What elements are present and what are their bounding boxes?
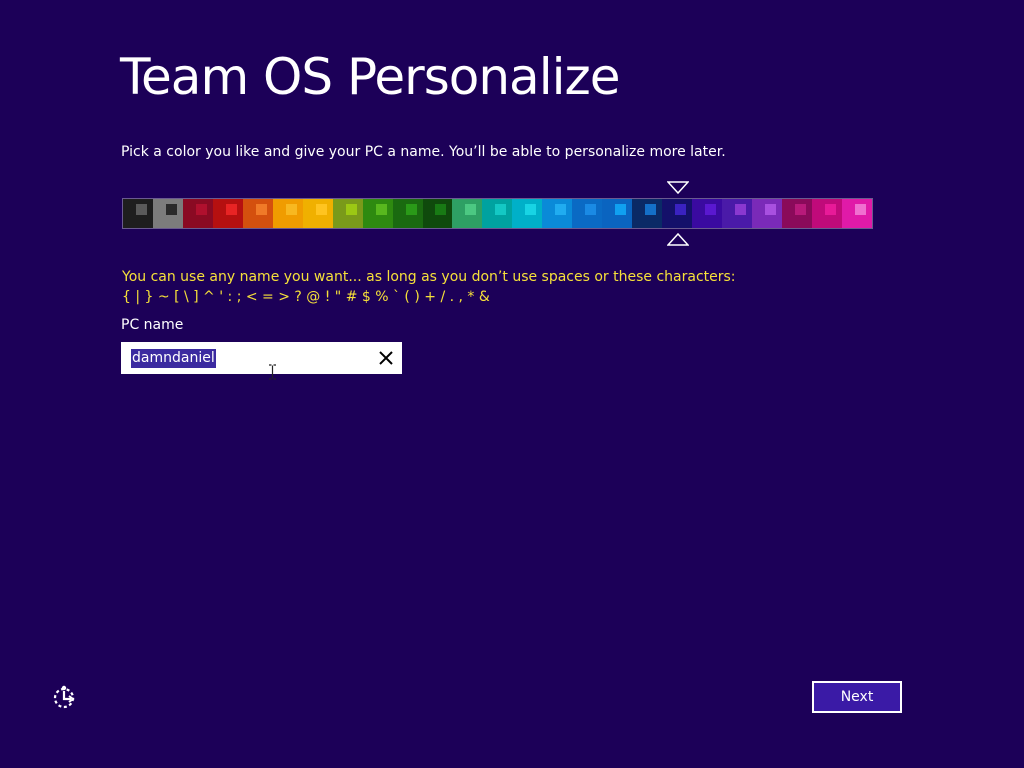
- color-swatch[interactable]: [272, 199, 303, 228]
- color-swatch[interactable]: [482, 199, 513, 228]
- color-swatch[interactable]: [662, 199, 693, 228]
- forbidden-characters: { | } ~ [ \ ] ^ ' : ; < = > ? @ ! " # $ …: [122, 289, 490, 305]
- color-swatch[interactable]: [332, 199, 363, 228]
- pc-name-field[interactable]: damndaniel: [121, 342, 402, 374]
- selection-marker-top-icon: [667, 181, 689, 195]
- color-swatch-accent: [675, 204, 687, 215]
- color-swatch[interactable]: [602, 199, 633, 228]
- color-swatch[interactable]: [572, 199, 603, 228]
- color-swatch[interactable]: [722, 199, 753, 228]
- page-title: Team OS Personalize: [120, 48, 620, 106]
- text-cursor-icon: [269, 364, 276, 380]
- color-swatch[interactable]: [692, 199, 723, 228]
- color-swatch-accent: [195, 204, 207, 215]
- color-swatch[interactable]: [512, 199, 543, 228]
- color-swatch-accent: [405, 204, 417, 215]
- color-swatch[interactable]: [362, 199, 393, 228]
- color-swatch-accent: [315, 204, 327, 215]
- color-swatch-accent: [555, 204, 567, 215]
- color-picker: [122, 198, 873, 229]
- color-swatch-accent: [375, 204, 387, 215]
- color-swatch[interactable]: [152, 199, 183, 228]
- color-swatch-accent: [525, 204, 537, 215]
- selection-marker-bottom-icon: [667, 232, 689, 246]
- name-rules: You can use any name you want... as long…: [122, 267, 736, 307]
- color-swatch-accent: [794, 204, 806, 215]
- color-swatch-accent: [735, 204, 747, 215]
- color-swatch-accent: [465, 204, 477, 215]
- color-swatch-accent: [824, 204, 836, 215]
- color-swatch[interactable]: [752, 199, 782, 228]
- page-subtitle: Pick a color you like and give your PC a…: [121, 144, 726, 160]
- color-swatch[interactable]: [542, 199, 573, 228]
- color-swatch-accent: [345, 204, 357, 215]
- color-swatch[interactable]: [781, 199, 812, 228]
- color-swatch-accent: [495, 204, 507, 215]
- color-swatch[interactable]: [242, 199, 273, 228]
- color-swatch-accent: [285, 204, 297, 215]
- name-rules-text: You can use any name you want... as long…: [122, 269, 736, 285]
- color-swatch-accent: [615, 204, 627, 215]
- color-swatch-accent: [135, 204, 147, 215]
- color-swatch[interactable]: [452, 199, 483, 228]
- color-swatch[interactable]: [182, 199, 213, 228]
- color-swatch-accent: [225, 204, 237, 215]
- color-swatch-accent: [435, 204, 447, 215]
- color-swatch-accent: [165, 204, 177, 215]
- color-swatch[interactable]: [123, 199, 153, 228]
- color-swatch-accent: [255, 204, 267, 215]
- pc-name-label: PC name: [121, 317, 184, 333]
- color-swatch-accent: [705, 204, 717, 215]
- color-swatch[interactable]: [841, 199, 872, 228]
- color-swatch-accent: [854, 204, 866, 215]
- ease-of-access-icon[interactable]: [52, 684, 80, 710]
- color-swatch-accent: [764, 204, 776, 215]
- color-swatch[interactable]: [811, 199, 842, 228]
- color-swatch[interactable]: [392, 199, 423, 228]
- color-swatch[interactable]: [302, 199, 333, 228]
- color-swatch-accent: [645, 204, 657, 215]
- next-button[interactable]: Next: [812, 681, 902, 713]
- color-swatch-accent: [585, 204, 597, 215]
- pc-name-input-value[interactable]: damndaniel: [131, 349, 216, 368]
- color-swatch[interactable]: [212, 199, 243, 228]
- color-swatch[interactable]: [632, 199, 663, 228]
- color-swatch[interactable]: [422, 199, 453, 228]
- close-icon[interactable]: [376, 348, 396, 368]
